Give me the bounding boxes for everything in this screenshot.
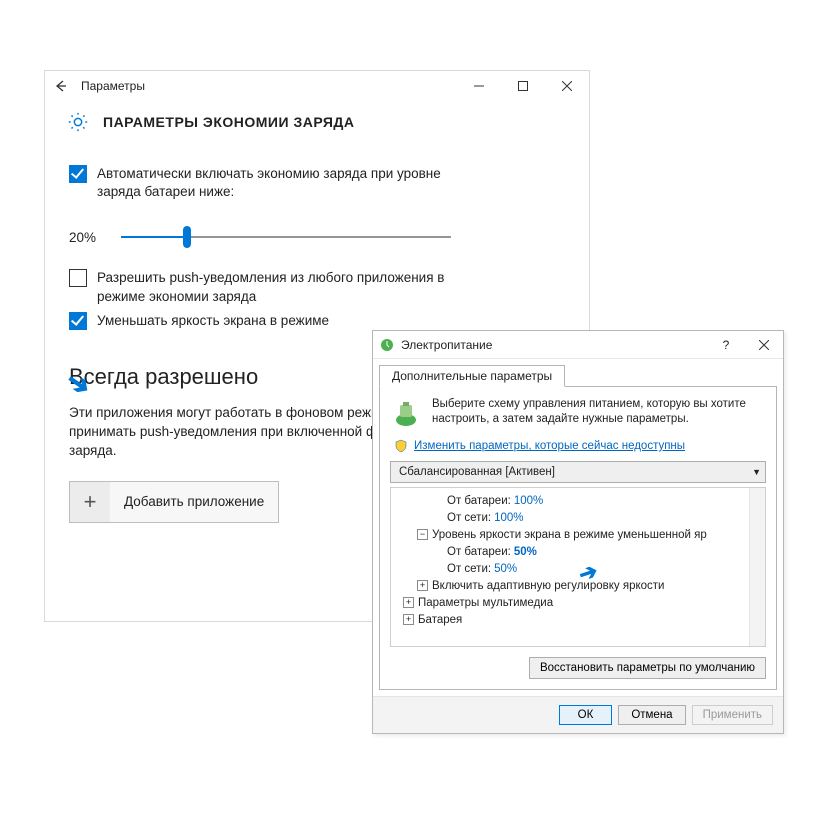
minimize-button[interactable]	[457, 71, 501, 101]
battery-plan-icon	[390, 397, 422, 429]
slider-thumb[interactable]	[183, 226, 191, 248]
add-app-button[interactable]: + Добавить приложение	[69, 481, 279, 523]
description-text: Выберите схему управления питанием, кото…	[432, 397, 766, 427]
expand-icon[interactable]: +	[403, 614, 414, 625]
tab-advanced[interactable]: Дополнительные параметры	[379, 365, 565, 387]
gear-icon	[67, 111, 89, 133]
cancel-button[interactable]: Отмена	[618, 705, 685, 725]
auto-enable-checkbox[interactable]	[69, 165, 87, 183]
expand-icon[interactable]: +	[417, 580, 428, 591]
power-plan-icon	[379, 337, 395, 353]
power-title: Электропитание	[401, 338, 492, 352]
admin-link[interactable]: Изменить параметры, которые сейчас недос…	[414, 440, 685, 452]
plan-dropdown[interactable]: Сбалансированная [Активен] ▼	[390, 461, 766, 483]
close-icon	[562, 81, 572, 91]
value-link-highlight[interactable]: 50%	[514, 546, 537, 558]
value-link[interactable]: 100%	[494, 512, 523, 524]
dim-label: Уменьшать яркость экрана в режиме	[97, 312, 329, 330]
apply-button: Применить	[692, 705, 773, 725]
settings-titlebar: Параметры	[45, 71, 589, 101]
window-controls	[457, 71, 589, 101]
tree-content: От батареи: 100% От сети: 100% − Уровень…	[391, 488, 765, 632]
tree-row-ac-50[interactable]: От сети: 50%	[395, 560, 749, 577]
shield-icon	[394, 439, 408, 453]
power-options-dialog: Электропитание ? Дополнительные параметр…	[372, 330, 784, 734]
ok-button[interactable]: ОК	[559, 705, 613, 725]
restore-row: Восстановить параметры по умолчанию	[390, 657, 766, 679]
page-title: ПАРАМЕТРЫ ЭКОНОМИИ ЗАРЯДА	[103, 114, 354, 130]
tree-row-adaptive[interactable]: + Включить адаптивную регулировку яркост…	[395, 577, 749, 594]
add-app-label: Добавить приложение	[110, 494, 278, 509]
tree-scrollbar[interactable]	[749, 488, 765, 646]
chevron-down-icon: ▼	[752, 467, 761, 477]
maximize-button[interactable]	[501, 71, 545, 101]
value-link[interactable]: 50%	[494, 563, 517, 575]
threshold-row: 20%	[69, 227, 565, 247]
admin-link-row: Изменить параметры, которые сейчас недос…	[394, 439, 766, 453]
slider-fill	[121, 236, 187, 238]
tree-row-ac-100[interactable]: От сети: 100%	[395, 509, 749, 526]
tab-panel: Выберите схему управления питанием, кото…	[379, 386, 777, 690]
tree-row-battery-group[interactable]: + Батарея	[395, 611, 749, 628]
plan-selected: Сбалансированная [Активен]	[399, 466, 752, 478]
expand-icon[interactable]: +	[403, 597, 414, 608]
threshold-slider[interactable]	[121, 227, 451, 247]
close-icon	[759, 340, 769, 350]
arrow-left-icon	[53, 79, 67, 93]
tree-row-brightness-group[interactable]: − Уровень яркости экрана в режиме уменьш…	[395, 526, 749, 543]
tabs-row: Дополнительные параметры	[373, 359, 783, 387]
dim-row: Уменьшать яркость экрана в режиме	[69, 312, 565, 330]
tree-row-multimedia[interactable]: + Параметры мультимедиа	[395, 594, 749, 611]
dim-checkbox[interactable]	[69, 312, 87, 330]
window-title: Параметры	[81, 79, 145, 93]
threshold-value: 20%	[69, 230, 103, 245]
description-row: Выберите схему управления питанием, кото…	[390, 397, 766, 429]
dialog-buttons: ОК Отмена Применить	[373, 696, 783, 733]
push-row: Разрешить push-уведомления из любого при…	[69, 269, 565, 305]
power-titlebar: Электропитание ?	[373, 331, 783, 359]
minimize-icon	[474, 81, 484, 91]
push-label: Разрешить push-уведомления из любого при…	[97, 269, 457, 305]
restore-defaults-button[interactable]: Восстановить параметры по умолчанию	[529, 657, 766, 679]
tree-row-battery-100[interactable]: От батареи: 100%	[395, 492, 749, 509]
auto-enable-row: Автоматически включать экономию заряда п…	[69, 165, 565, 201]
power-close-button[interactable]	[745, 331, 783, 359]
tree-row-battery-50[interactable]: От батареи: 50%	[395, 543, 749, 560]
close-button[interactable]	[545, 71, 589, 101]
plus-icon: +	[70, 482, 110, 522]
back-button[interactable]	[45, 71, 75, 101]
help-button[interactable]: ?	[707, 331, 745, 359]
collapse-icon[interactable]: −	[417, 529, 428, 540]
power-window-controls: ?	[707, 331, 783, 359]
push-checkbox[interactable]	[69, 269, 87, 287]
page-header: ПАРАМЕТРЫ ЭКОНОМИИ ЗАРЯДА	[45, 101, 589, 147]
maximize-icon	[518, 81, 528, 91]
value-link[interactable]: 100%	[514, 495, 543, 507]
auto-enable-label: Автоматически включать экономию заряда п…	[97, 165, 457, 201]
